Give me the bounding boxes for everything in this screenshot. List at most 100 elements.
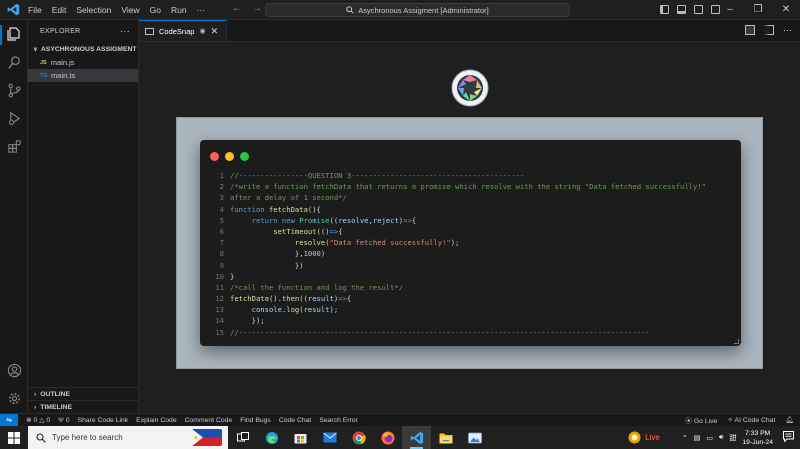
explorer-header: EXPLORER ···: [28, 20, 138, 42]
ts-file-icon: TS: [40, 72, 48, 79]
menu-more[interactable]: ···: [197, 5, 206, 15]
microsoft-store-icon[interactable]: [286, 426, 315, 449]
outline-section[interactable]: › OUTLINE: [28, 387, 139, 400]
minimize-button[interactable]: –: [716, 0, 744, 20]
close-window-button[interactable]: ✕: [772, 0, 800, 20]
line-number: 5: [219, 215, 224, 225]
windows-start-icon[interactable]: [0, 426, 28, 449]
workspace-folder[interactable]: ∨ ASYCHRONOUS ASSIGMENT: [28, 42, 138, 56]
find-bugs-button[interactable]: Find Bugs: [240, 417, 271, 424]
notification-center-icon[interactable]: [783, 431, 794, 444]
taskbar-search-box[interactable]: Type here to search: [28, 426, 228, 449]
back-arrow-icon[interactable]: ←: [232, 3, 242, 14]
photos-icon[interactable]: [460, 426, 489, 449]
mail-icon[interactable]: [315, 426, 344, 449]
search-icon[interactable]: [5, 53, 23, 71]
code-token: fetchData: [230, 294, 269, 304]
more-actions-icon[interactable]: ···: [783, 25, 792, 35]
explorer-sidebar: EXPLORER ··· ∨ ASYCHRONOUS ASSIGMENT JS …: [28, 20, 139, 413]
notifications-bell-icon[interactable]: 🔔︎: [785, 416, 794, 424]
code-token: ((: [299, 294, 308, 304]
go-live-button[interactable]: ⦿ Go Live: [685, 415, 717, 425]
code-line: 10}: [208, 271, 733, 282]
live-label: Live: [645, 433, 660, 442]
toggle-secondary-sidebar-icon[interactable]: [694, 5, 703, 14]
warning-icon: △: [39, 417, 45, 424]
line-number: 4: [219, 204, 224, 214]
tab-codesnap[interactable]: CodeSnap ◉ ✕: [139, 20, 228, 41]
menu-run[interactable]: Run: [171, 5, 187, 15]
share-code-link-button[interactable]: Share Code Link: [78, 417, 129, 424]
edge-browser-icon[interactable]: [257, 426, 286, 449]
window-dots: [210, 152, 249, 161]
explain-code-button[interactable]: Explain Code: [136, 417, 176, 424]
remote-indicator[interactable]: ⇋: [0, 413, 18, 427]
run-debug-icon[interactable]: [5, 109, 23, 127]
forward-arrow-icon[interactable]: →: [252, 3, 262, 14]
comment-code-button[interactable]: Comment Code: [185, 417, 233, 424]
menu-go[interactable]: Go: [150, 5, 161, 15]
source-control-icon[interactable]: [5, 81, 23, 99]
line-number: 2: [219, 182, 224, 192]
chrome-icon[interactable]: [344, 426, 373, 449]
file-explorer-icon[interactable]: [431, 426, 460, 449]
code-chat-button[interactable]: Code Chat: [279, 417, 312, 424]
code-token: /*write a function fetchData that return…: [230, 182, 706, 192]
task-view-icon[interactable]: [228, 426, 257, 449]
problems-indicator[interactable]: ⊗ 0 △ 0: [26, 416, 50, 424]
code-line: 5 return new Promise((resolve, reject) =>{: [208, 215, 733, 226]
windows-taskbar: Type here to search Live ⌃ ▤ ▭ 🔊︎ 甜 7:33…: [0, 426, 800, 449]
chevron-right-icon: ›: [34, 403, 37, 411]
show-hidden-icons-chevron-icon[interactable]: ⌃: [682, 434, 688, 442]
code-token: result: [307, 294, 334, 304]
code-token: {: [346, 294, 352, 304]
volume-icon[interactable]: 🔊︎: [719, 434, 723, 442]
battery-icon[interactable]: ▭: [706, 434, 713, 442]
line-number: 14: [215, 316, 224, 326]
open-preview-icon[interactable]: [745, 25, 755, 35]
activity-bar: [0, 20, 28, 413]
more-actions-icon[interactable]: ···: [120, 26, 130, 36]
code-token: function: [230, 204, 269, 214]
resize-handle[interactable]: [734, 339, 739, 344]
command-center[interactable]: Asychronous Assigment [Administrator]: [265, 3, 570, 17]
ai-code-chat-button[interactable]: ✧ AI Code Chat: [727, 416, 775, 424]
go-live-label: Go Live: [693, 418, 718, 425]
timeline-section[interactable]: › TIMELINE: [28, 400, 139, 413]
split-editor-icon[interactable]: [764, 25, 774, 35]
firefox-icon[interactable]: [373, 426, 402, 449]
code-line: 1 //----------------QUESTION 3-----------…: [208, 170, 733, 181]
vscode-taskbar-icon[interactable]: [402, 426, 431, 449]
search-placeholder: Type here to search: [52, 433, 123, 442]
menu-view[interactable]: View: [121, 5, 139, 15]
file-item-main-ts[interactable]: TS main.ts: [28, 69, 138, 82]
clock[interactable]: 7:33 PM 19-Jun-24: [742, 429, 773, 447]
toggle-panel-icon[interactable]: [677, 5, 686, 14]
broadcast-icon: ⦿: [685, 418, 692, 425]
extensions-icon[interactable]: [5, 137, 23, 155]
language-indicator[interactable]: 甜: [729, 433, 736, 443]
search-error-button[interactable]: Search Error: [319, 417, 358, 424]
menu-edit[interactable]: Edit: [52, 5, 67, 15]
code-token: Promise: [299, 215, 330, 225]
manage-gear-icon[interactable]: [5, 389, 23, 407]
file-item-main-js[interactable]: JS main.js: [28, 56, 138, 69]
close-icon[interactable]: ✕: [211, 26, 219, 37]
editor-actions: ···: [745, 25, 792, 35]
live-widget[interactable]: Live: [628, 431, 660, 444]
menu-file[interactable]: File: [28, 5, 42, 15]
code-token: reject: [372, 215, 399, 225]
explorer-icon[interactable]: [5, 25, 23, 43]
snapshot-frame: 1 //----------------QUESTION 3-----------…: [176, 117, 763, 369]
code-line: 7 resolve("Data fetched successfully!");: [208, 237, 733, 248]
title-bar: File Edit Selection View Go Run ··· ← → …: [0, 0, 800, 20]
antenna-icon: Ψ: [58, 416, 64, 424]
toggle-sidebar-icon[interactable]: [660, 5, 669, 14]
code-line: 12 fetchData (). then((result) =>{: [208, 293, 733, 304]
restore-button[interactable]: ❐: [744, 0, 772, 20]
menu-selection[interactable]: Selection: [76, 5, 111, 15]
code-token: fetchData: [268, 204, 308, 214]
account-icon[interactable]: [5, 361, 23, 379]
network-icon[interactable]: ▤: [694, 434, 701, 442]
ports-indicator[interactable]: Ψ 0: [58, 417, 69, 424]
